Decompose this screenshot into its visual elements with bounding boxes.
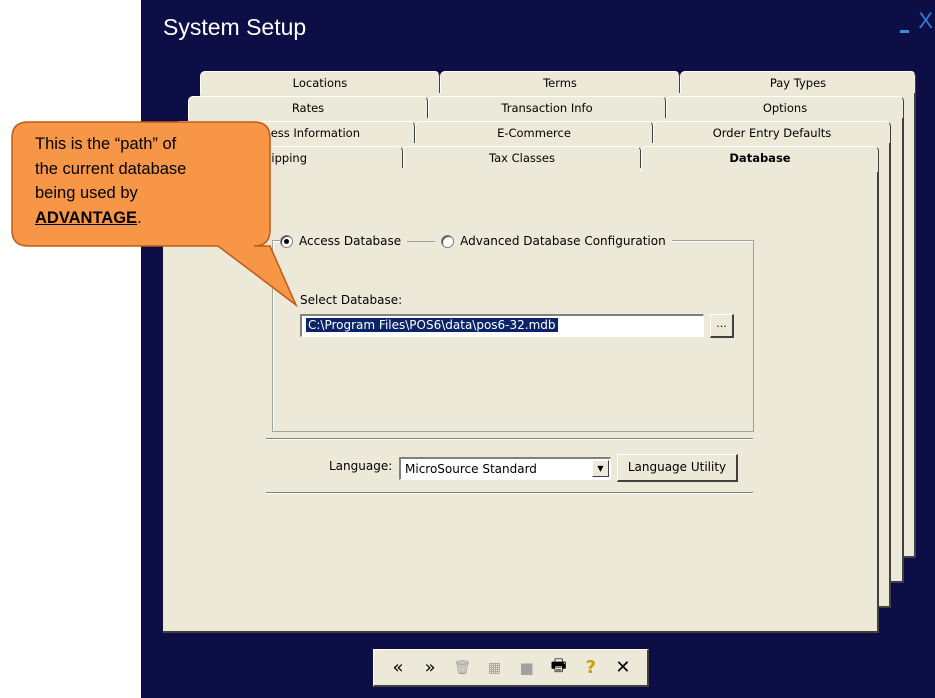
callout-line-2: the current database [35,159,187,178]
callout-brand: ADVANTAGE [35,208,138,227]
callout-text: This is the “path” of the current databa… [35,132,255,230]
callout-line-4: ADVANTAGE. [35,206,255,231]
callout-suffix: . [137,208,142,227]
callout-line-3: being used by [35,184,138,202]
annotation-callout [11,121,298,308]
callout-line-1: This is the “path” of [35,135,177,153]
